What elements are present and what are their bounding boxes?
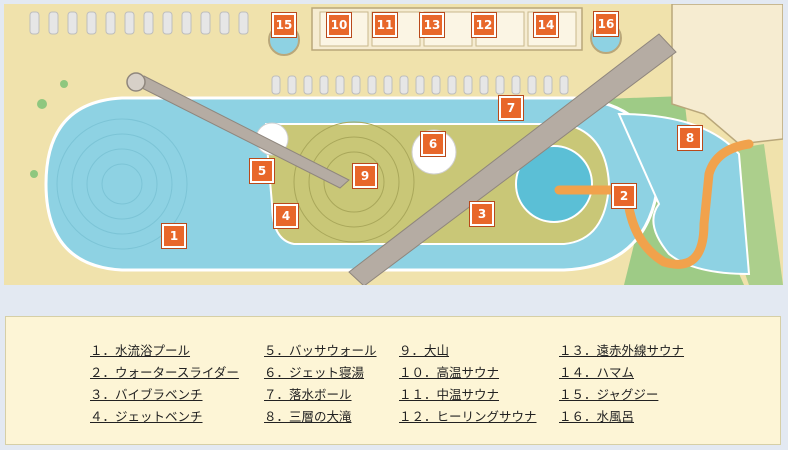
map-illustration <box>29 4 783 285</box>
legend-item-3[interactable]: ３．バイブラベンチ <box>90 384 203 403</box>
marker-11[interactable]: 11 <box>373 13 397 37</box>
marker-12[interactable]: 12 <box>472 13 496 37</box>
beach-chairs <box>29 11 249 35</box>
marker-16[interactable]: 16 <box>594 12 618 36</box>
legend-panel: １．水流浴プール ２．ウォータースライダー ３．バイブラベンチ ４．ジェットベン… <box>5 316 781 445</box>
legend-item-7[interactable]: ７．落水ボール <box>264 384 352 403</box>
marker-2[interactable]: 2 <box>612 184 636 208</box>
legend-item-13[interactable]: １３．遠赤外線サウナ <box>559 340 684 359</box>
marker-6[interactable]: 6 <box>421 132 445 156</box>
marker-10[interactable]: 10 <box>327 13 351 37</box>
legend-item-8[interactable]: ８．三層の大滝 <box>264 406 352 425</box>
marker-15[interactable]: 15 <box>272 13 296 37</box>
marker-1[interactable]: 1 <box>162 224 186 248</box>
poolside-chairs <box>271 75 569 95</box>
legend-item-6[interactable]: ６．ジェット寝湯 <box>264 362 364 381</box>
legend-item-16[interactable]: １６．水風呂 <box>559 406 634 425</box>
legend-item-15[interactable]: １５．ジャグジー <box>559 384 658 403</box>
marker-14[interactable]: 14 <box>534 13 558 37</box>
marker-8[interactable]: 8 <box>678 126 702 150</box>
legend-item-12[interactable]: １２．ヒーリングサウナ <box>399 406 537 425</box>
legend-item-10[interactable]: １０．高温サウナ <box>399 362 499 381</box>
marker-4[interactable]: 4 <box>274 204 298 228</box>
marker-13[interactable]: 13 <box>420 13 444 37</box>
legend-item-14[interactable]: １４．ハマム <box>559 362 634 381</box>
legend-item-5[interactable]: ５．バッサウォール <box>264 340 377 359</box>
legend-item-4[interactable]: ４．ジェットベンチ <box>90 406 203 425</box>
marker-3[interactable]: 3 <box>470 202 494 226</box>
legend-item-1[interactable]: １．水流浴プール <box>90 340 190 359</box>
legend-item-9[interactable]: ９．大山 <box>399 340 449 359</box>
marker-5[interactable]: 5 <box>250 159 274 183</box>
facility-map: 1 2 3 4 5 6 7 8 9 10 11 12 13 14 15 16 <box>4 4 783 285</box>
legend-item-2[interactable]: ２．ウォータースライダー <box>90 362 239 381</box>
marker-9[interactable]: 9 <box>353 164 377 188</box>
marker-7[interactable]: 7 <box>499 96 523 120</box>
legend-item-11[interactable]: １１．中温サウナ <box>399 384 499 403</box>
